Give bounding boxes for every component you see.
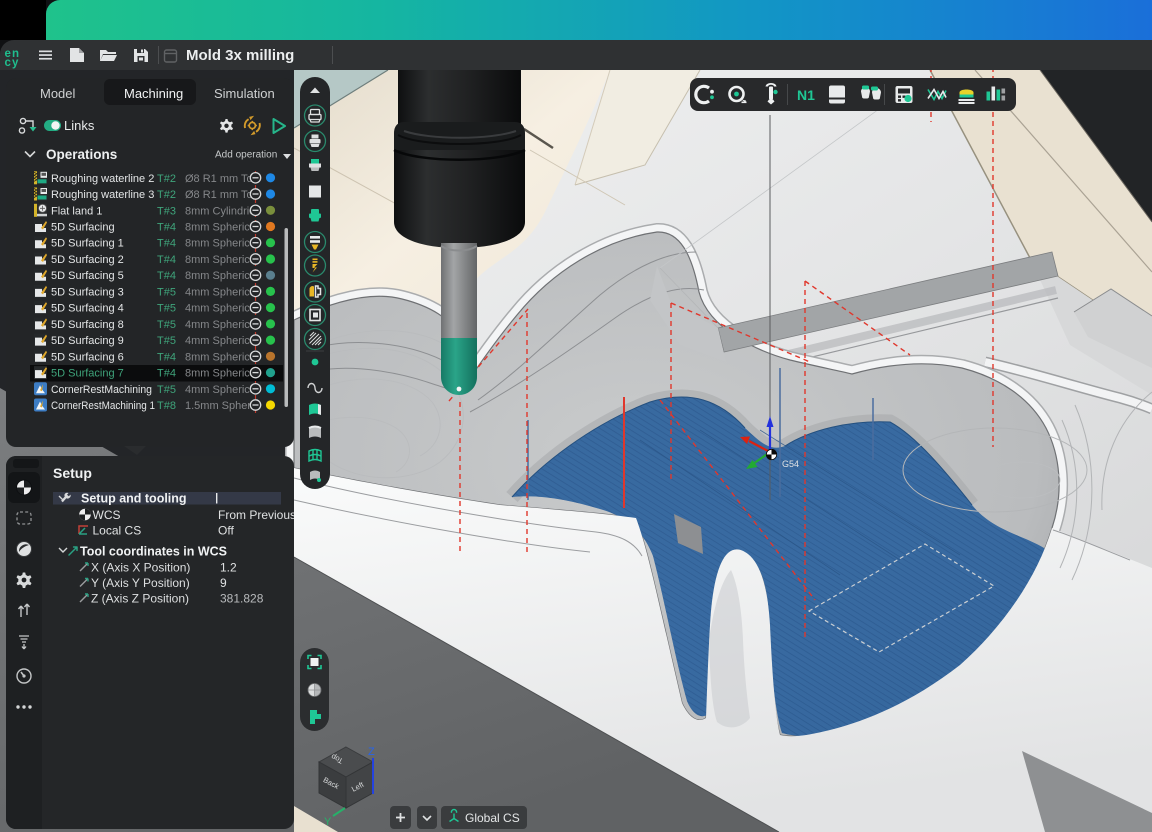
- svg-text:8mm Spherica: 8mm Spherica: [185, 351, 257, 363]
- svg-text:Y (Axis Y Position): Y (Axis Y Position): [91, 576, 190, 590]
- svg-text:T#8: T#8: [157, 400, 176, 412]
- svg-text:5D Surfacing 6: 5D Surfacing 6: [51, 351, 124, 363]
- svg-text:T#5: T#5: [157, 335, 176, 347]
- svg-text:8mm Spherica: 8mm Spherica: [185, 238, 257, 250]
- svg-text:N1: N1: [797, 87, 815, 103]
- svg-text:5D Surfacing 8: 5D Surfacing 8: [51, 319, 124, 331]
- svg-text:T#4: T#4: [157, 254, 176, 266]
- svg-text:T#4: T#4: [157, 368, 176, 380]
- svg-text:5D Surfacing 9: 5D Surfacing 9: [51, 335, 124, 347]
- svg-text:T#5: T#5: [157, 286, 176, 298]
- svg-text:Z: Z: [368, 746, 375, 758]
- svg-text:T#4: T#4: [157, 351, 176, 363]
- svg-text:X (Axis X Position): X (Axis X Position): [91, 561, 190, 575]
- svg-text:Roughing waterline 2: Roughing waterline 2: [51, 173, 154, 185]
- svg-text:5D Surfacing 7: 5D Surfacing 7: [51, 368, 124, 380]
- svg-text:Global CS: Global CS: [465, 811, 520, 825]
- svg-text:8mm Spherica: 8mm Spherica: [185, 368, 257, 380]
- svg-text:Flat land 1: Flat land 1: [51, 205, 102, 217]
- svg-text:Operations: Operations: [46, 147, 117, 162]
- svg-text:5D Surfacing 1: 5D Surfacing 1: [51, 238, 124, 250]
- svg-text:4mm Spherica: 4mm Spherica: [185, 319, 257, 331]
- svg-text:Mold 3x milling: Mold 3x milling: [186, 47, 294, 64]
- svg-text:381.828: 381.828: [220, 592, 264, 606]
- svg-text:Y: Y: [324, 816, 332, 828]
- svg-text:T#2: T#2: [157, 173, 176, 185]
- svg-text:c: c: [5, 57, 12, 69]
- svg-text:y: y: [12, 57, 19, 69]
- svg-text:8mm Spherica: 8mm Spherica: [185, 222, 257, 234]
- svg-text:5D Surfacing 4: 5D Surfacing 4: [51, 303, 124, 315]
- svg-text:4mm Spherica: 4mm Spherica: [185, 335, 257, 347]
- svg-text:Setup and tooling: Setup and tooling: [81, 492, 187, 506]
- svg-text:1.2: 1.2: [220, 561, 237, 575]
- svg-text:T#4: T#4: [157, 238, 176, 250]
- svg-text:Setup: Setup: [53, 465, 92, 481]
- svg-text:8mm Spherica: 8mm Spherica: [185, 254, 257, 266]
- svg-text:G54: G54: [782, 459, 799, 469]
- svg-text:Local CS: Local CS: [93, 524, 142, 538]
- svg-text:From Previous: From Previous: [218, 508, 294, 522]
- svg-text:Ø8 R1 mm To‹: Ø8 R1 mm To‹: [185, 189, 257, 201]
- svg-text:Ø8 R1 mm To‹: Ø8 R1 mm To‹: [185, 173, 257, 185]
- svg-text:Off: Off: [218, 524, 234, 538]
- svg-text:WCS: WCS: [93, 508, 121, 522]
- svg-text:5D Surfacing: 5D Surfacing: [51, 222, 115, 234]
- svg-text:4mm Spherica: 4mm Spherica: [185, 384, 257, 396]
- svg-text:T#2: T#2: [157, 189, 176, 201]
- svg-text:8mm Cylindric: 8mm Cylindric: [185, 205, 255, 217]
- svg-text:T#5: T#5: [157, 303, 176, 315]
- svg-text:T#4: T#4: [157, 222, 176, 234]
- svg-text:CornerRestMachining 1: CornerRestMachining 1: [51, 400, 155, 412]
- svg-text:Add operation: Add operation: [215, 150, 277, 161]
- svg-text:8mm Spherica: 8mm Spherica: [185, 270, 257, 282]
- svg-text:Roughing waterline 3: Roughing waterline 3: [51, 189, 154, 201]
- svg-text:4mm Spherica: 4mm Spherica: [185, 303, 257, 315]
- svg-text:CornerRestMachining: CornerRestMachining: [51, 384, 152, 396]
- svg-text:T#5: T#5: [157, 319, 176, 331]
- svg-text:T#4: T#4: [157, 270, 176, 282]
- svg-text:4mm Spherica: 4mm Spherica: [185, 286, 257, 298]
- svg-text:5D Surfacing 3: 5D Surfacing 3: [51, 286, 124, 298]
- svg-text:5D Surfacing 5: 5D Surfacing 5: [51, 270, 124, 282]
- svg-text:5D Surfacing 2: 5D Surfacing 2: [51, 254, 124, 266]
- svg-text:1.5mm Spheri: 1.5mm Spheri: [185, 400, 253, 412]
- svg-text:Links: Links: [64, 118, 95, 133]
- svg-text:T#5: T#5: [157, 384, 176, 396]
- svg-text:Z (Axis Z Position): Z (Axis Z Position): [91, 592, 189, 606]
- svg-text:T#3: T#3: [157, 205, 176, 217]
- svg-text:9: 9: [220, 576, 227, 590]
- svg-text:Tool coordinates in WCS: Tool coordinates in WCS: [80, 545, 227, 559]
